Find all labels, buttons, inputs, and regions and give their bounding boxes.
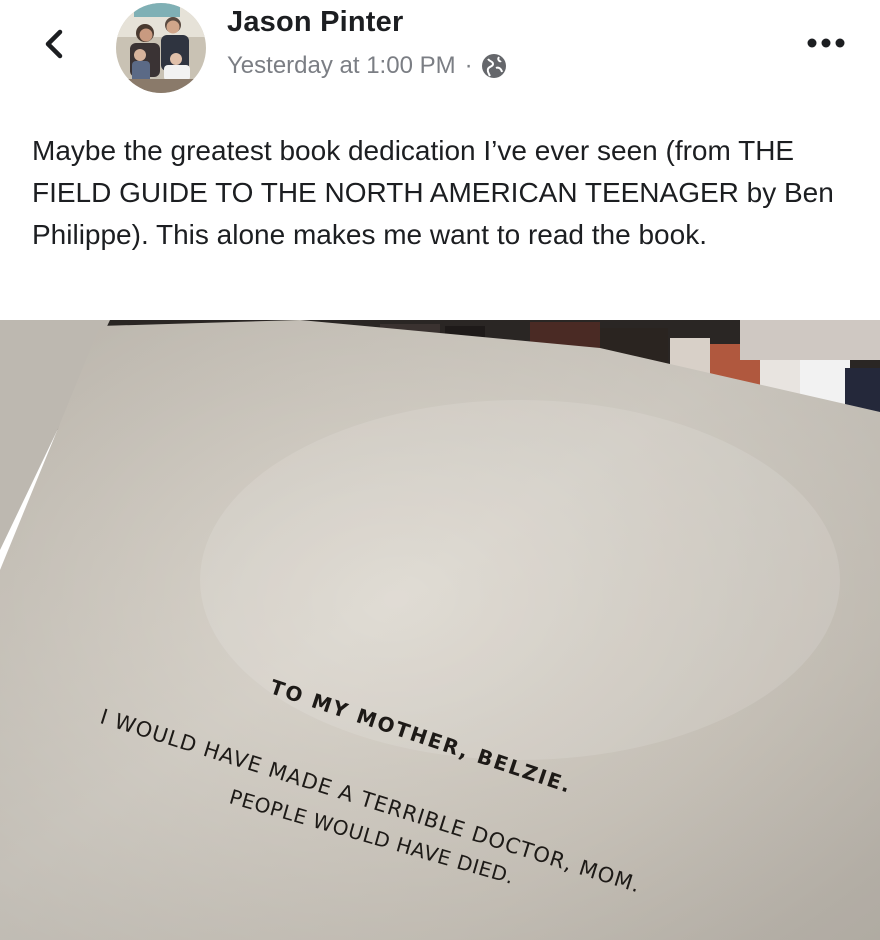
post-text: Maybe the greatest book dedication I’ve … [32, 135, 834, 250]
more-horizontal-icon [807, 38, 845, 48]
more-options-button[interactable] [802, 28, 850, 58]
globe-icon [481, 53, 507, 79]
post-meta: Yesterday at 1:00 PM · [227, 49, 507, 83]
post-timestamp[interactable]: Yesterday at 1:00 PM [227, 52, 456, 80]
family-photo-avatar [116, 3, 206, 93]
meta-separator: · [464, 52, 473, 79]
avatar[interactable] [116, 3, 206, 93]
dedication-text: TO MY MOTHER, BELZIE. I WOULD HAVE MADE … [0, 320, 880, 940]
post-photo[interactable]: TO MY MOTHER, BELZIE. I WOULD HAVE MADE … [0, 320, 880, 940]
post-header: Jason Pinter Yesterday at 1:00 PM · [0, 0, 880, 110]
chevron-left-icon [45, 29, 63, 59]
post: Jason Pinter Yesterday at 1:00 PM · Mayb… [0, 0, 880, 940]
dedication-line-2: I WOULD HAVE MADE A TERRIBLE DOCTOR, MOM… [97, 704, 644, 898]
author-name[interactable]: Jason Pinter [227, 6, 403, 39]
back-button[interactable] [36, 22, 76, 66]
